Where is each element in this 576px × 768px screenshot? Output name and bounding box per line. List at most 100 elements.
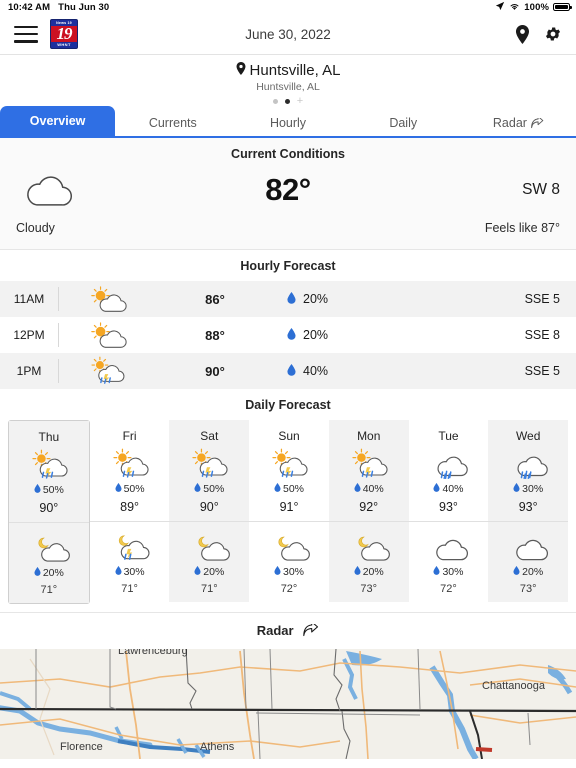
- hourly-time: 11AM: [13, 292, 45, 306]
- rain-drop-icon: [433, 483, 440, 495]
- menu-button[interactable]: [14, 25, 38, 43]
- hourly-weather-icon: [59, 356, 155, 387]
- tab-hourly[interactable]: Hourly: [230, 110, 345, 136]
- tab-daily[interactable]: Daily: [346, 110, 461, 136]
- pager-dot-2[interactable]: [284, 98, 290, 104]
- daily-column-wed[interactable]: Wed 30% 93° 20% 73°: [488, 420, 569, 604]
- daily-night-precip: 20%: [9, 567, 89, 579]
- hourly-row[interactable]: 1PM 90° 40% SSE 5: [0, 353, 576, 389]
- hourly-temperature: 88°: [205, 327, 225, 343]
- current-feels-like: Feels like 87°: [484, 221, 560, 235]
- daily-night-icon: [488, 528, 568, 566]
- daily-high-temp: 90°: [39, 501, 59, 515]
- location-name: Huntsville, AL: [249, 62, 341, 79]
- daily-column-thu[interactable]: Thu 50% 90° 20% 71°: [8, 420, 90, 604]
- daily-day-precip: 50%: [249, 483, 329, 495]
- hourly-precip: 20%: [275, 291, 425, 307]
- daily-column-tue[interactable]: Tue 40% 93° 30% 72°: [408, 420, 489, 604]
- daily-night-precip-value: 30%: [283, 566, 305, 578]
- daily-day-icon: [169, 445, 249, 483]
- status-date: Thu Jun 30: [58, 1, 110, 13]
- daily-day-precip-value: 50%: [203, 483, 225, 495]
- daily-night-precip-value: 20%: [203, 566, 225, 578]
- daily-day-precip-value: 50%: [283, 483, 305, 495]
- daily-column-fri[interactable]: Fri 50% 89° 30% 71°: [89, 420, 170, 604]
- rain-drop-icon: [354, 566, 361, 578]
- station-logo[interactable]: News 19 19 WHNT: [50, 19, 78, 49]
- location-title: Huntsville, AL: [0, 61, 576, 80]
- current-conditions-section: Current Conditions 82° SW 8 Cloudy Feels…: [0, 138, 576, 249]
- tab-label: Radar: [492, 116, 527, 130]
- gear-icon[interactable]: [544, 25, 562, 43]
- hourly-wind: SSE 5: [524, 364, 560, 378]
- rain-drop-icon: [34, 484, 41, 496]
- pager-dot-1[interactable]: [272, 98, 278, 104]
- daily-day-precip-value: 40%: [362, 483, 384, 495]
- rain-drop-icon: [287, 291, 296, 307]
- rain-drop-icon: [433, 566, 440, 578]
- daily-day-precip: 40%: [409, 483, 489, 495]
- hourly-precip: 40%: [275, 363, 425, 379]
- hourly-wind: SSE 8: [524, 328, 560, 342]
- current-icon: [16, 169, 196, 211]
- radar-map[interactable]: Lawrenceburg Chattanooga Florence Athens: [0, 649, 576, 759]
- daily-day-precip-value: 50%: [123, 483, 145, 495]
- hourly-weather-icon: [59, 284, 155, 315]
- current-secondary-row: Cloudy Feels like 87°: [0, 211, 576, 243]
- tab-radar[interactable]: Radar: [461, 110, 576, 136]
- battery-percent: 100%: [524, 1, 549, 13]
- daily-night-precip-value: 20%: [42, 567, 64, 579]
- daily-column-mon[interactable]: Mon 40% 92° 20% 73°: [328, 420, 409, 604]
- hourly-rows: 11AM 86° 20% SSE 5 12PM 88° 20% SSE 8 1PM 90…: [0, 281, 576, 389]
- daily-day-precip-value: 40%: [442, 483, 464, 495]
- current-temperature: 82°: [265, 172, 311, 207]
- map-label-florence: Florence: [60, 741, 103, 753]
- location-subtitle: Huntsville, AL: [256, 81, 320, 93]
- daily-night-icon: [9, 529, 89, 567]
- daily-day-icon: [409, 445, 489, 483]
- daily-day-precip-value: 50%: [42, 484, 64, 496]
- hourly-precip-value: 20%: [303, 328, 329, 342]
- daily-day-precip: 50%: [169, 483, 249, 495]
- tab-currents[interactable]: Currents: [115, 110, 230, 136]
- daily-day-icon: [90, 445, 170, 483]
- daily-night-precip-value: 20%: [522, 566, 544, 578]
- location-pager: +: [0, 96, 576, 107]
- share-arrow-icon[interactable]: [531, 112, 544, 138]
- header-actions: [515, 24, 562, 44]
- hourly-row[interactable]: 11AM 86° 20% SSE 5: [0, 281, 576, 317]
- daily-high-temp: 91°: [279, 500, 299, 514]
- daily-night-icon: [409, 528, 489, 566]
- daily-night-precip: 20%: [488, 566, 568, 578]
- daily-day-name: Sat: [200, 429, 219, 443]
- rain-drop-icon: [354, 483, 361, 495]
- tab-label: Hourly: [269, 116, 307, 130]
- daily-low-temp: 72°: [280, 583, 298, 595]
- daily-day-name: Thu: [38, 430, 60, 444]
- rain-drop-icon: [274, 566, 281, 578]
- daily-column-sat[interactable]: Sat 50% 90° 20% 71°: [169, 420, 250, 604]
- daily-high-temp: 89°: [120, 500, 140, 514]
- daily-day-icon: [329, 445, 409, 483]
- location-pin-icon[interactable]: [515, 24, 530, 44]
- hourly-temperature: 90°: [205, 363, 225, 379]
- hourly-precip: 20%: [275, 327, 425, 343]
- radar-section-header[interactable]: Radar: [0, 612, 576, 649]
- rain-drop-icon: [287, 363, 296, 379]
- battery-icon: [553, 2, 572, 12]
- add-location-icon[interactable]: +: [297, 96, 303, 107]
- tab-bar: Overview Currents Hourly Daily Radar: [0, 106, 576, 138]
- rain-drop-icon: [513, 566, 520, 578]
- current-wind: SW 8: [522, 181, 560, 198]
- logo-bottom-text: WHNT: [57, 41, 71, 47]
- share-arrow-icon[interactable]: [303, 621, 319, 640]
- daily-low-temp: 73°: [519, 583, 537, 595]
- wifi-icon: [509, 1, 520, 14]
- daily-night-precip-value: 30%: [123, 566, 145, 578]
- hourly-row[interactable]: 12PM 88° 20% SSE 8: [0, 317, 576, 353]
- daily-night-precip: 30%: [249, 566, 329, 578]
- tab-overview[interactable]: Overview: [0, 106, 116, 136]
- daily-columns: Thu 50% 90° 20% 71° Fri 50% 89° 30% 71° Sat 50…: [0, 420, 576, 612]
- daily-night-icon: [249, 528, 329, 566]
- daily-column-sun[interactable]: Sun 50% 91° 30% 72°: [249, 420, 329, 604]
